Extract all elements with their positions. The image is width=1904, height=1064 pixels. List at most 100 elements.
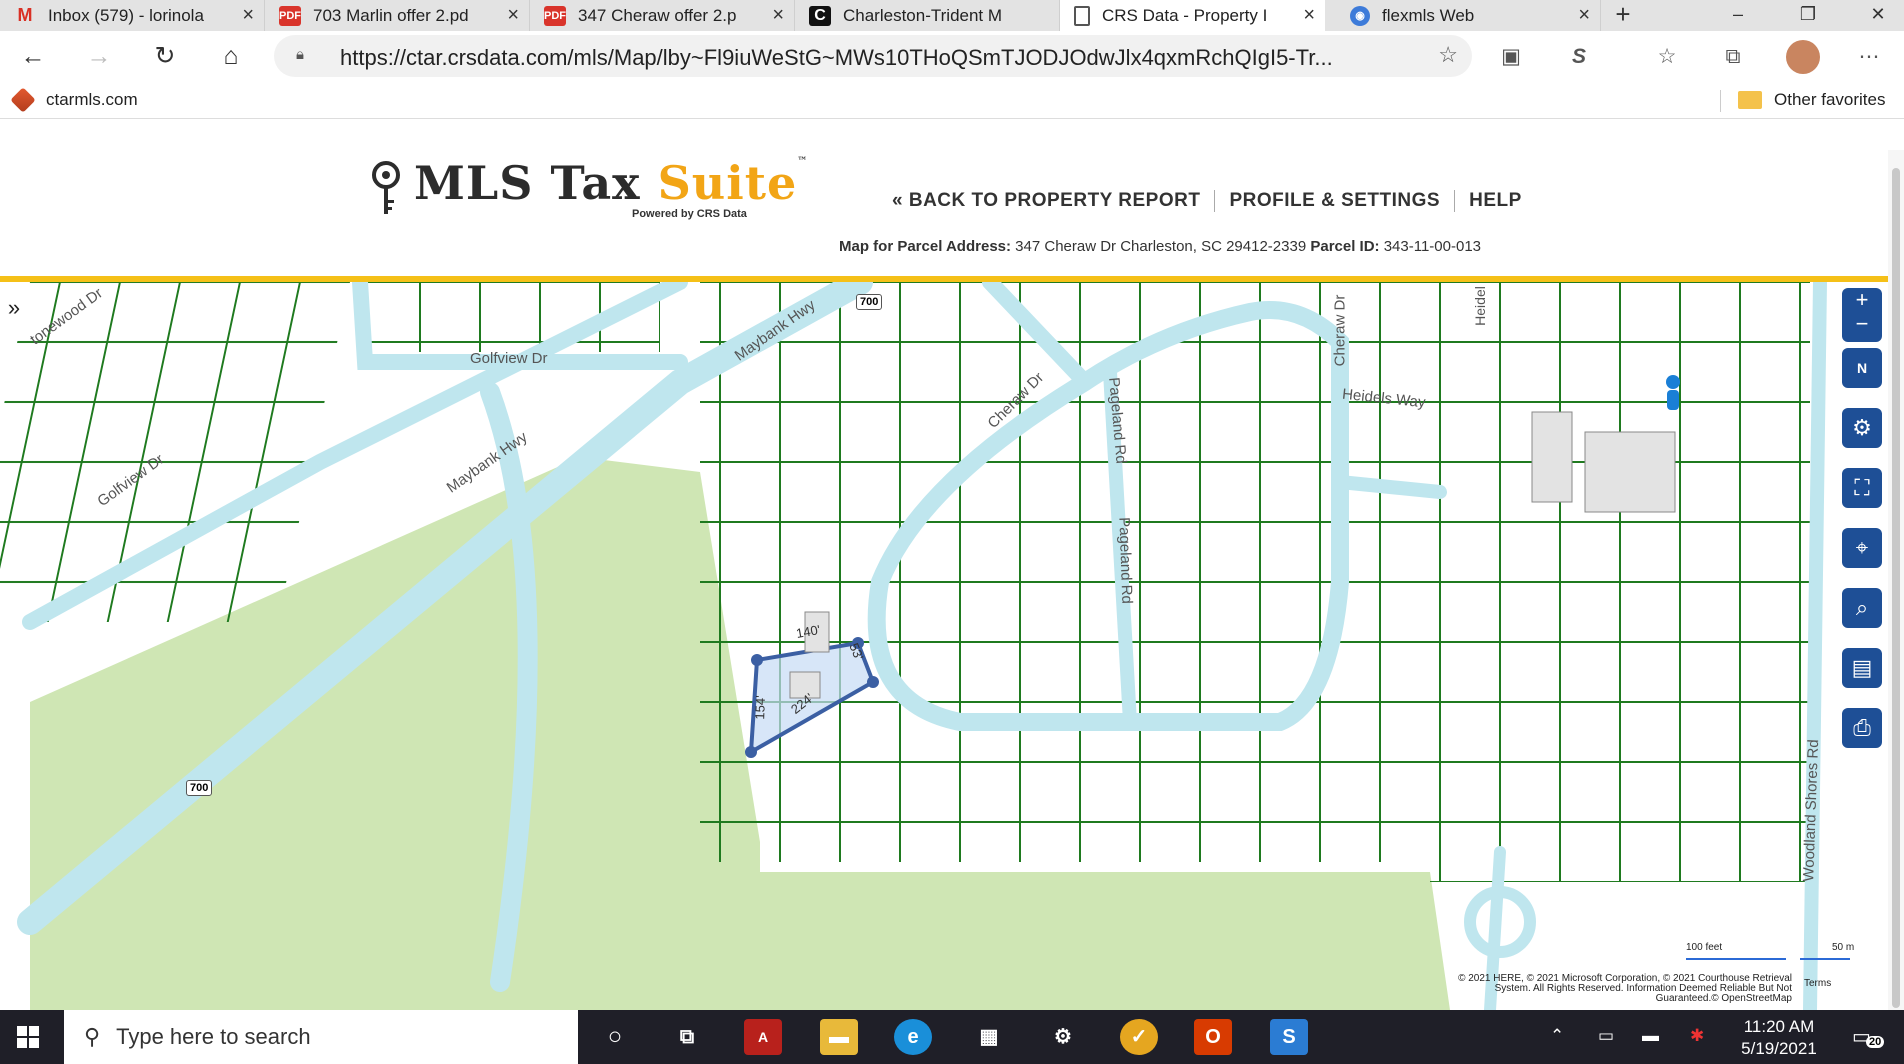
other-favorites[interactable]: Other favorites: [1738, 90, 1886, 110]
measure-ruler-icon[interactable]: ▤: [1842, 648, 1882, 688]
map-for-label: Map for Parcel Address:: [839, 238, 1011, 255]
tray-chevron-icon[interactable]: ⌃: [1550, 1026, 1564, 1046]
new-tab-button[interactable]: +: [1608, 0, 1638, 31]
select-area-icon[interactable]: ⛶: [1842, 468, 1882, 508]
collections-icon[interactable]: ⧉: [1718, 42, 1748, 72]
task-view-icon[interactable]: ⧉: [668, 1019, 706, 1055]
close-tab-icon[interactable]: ×: [1578, 4, 1590, 27]
taskbar: ⚲ Type here to search ○ ⧉ A ▬ e ▦ ⚙ ✓ O …: [0, 1010, 1904, 1064]
powered-by: Powered by CRS Data: [632, 208, 747, 220]
refresh-button[interactable]: ↻: [148, 39, 182, 73]
favorite-label: ctarmls.com: [46, 90, 138, 109]
forward-button[interactable]: →: [82, 39, 116, 73]
favorite-ctarmls[interactable]: ctarmls.com: [10, 87, 138, 113]
scale-bar: [1686, 958, 1786, 960]
edge-icon[interactable]: e: [894, 1019, 932, 1055]
page-scrollbar[interactable]: [1888, 150, 1904, 1010]
golf-course-area-east: [760, 872, 1450, 1010]
tab-pdf-marlin[interactable]: PDF 703 Marlin offer 2.pd ×: [265, 0, 530, 31]
cortana-icon[interactable]: ○: [596, 1019, 634, 1055]
zoom-out-icon[interactable]: −: [1856, 311, 1869, 336]
url-field[interactable]: 🔒︎ https://ctar.crsdata.com/mls/Map/lby~…: [274, 35, 1472, 77]
site-favicon-icon: [10, 87, 36, 113]
add-favorite-icon[interactable]: ☆: [1438, 42, 1458, 68]
clock-time: 11:20 AM: [1743, 1017, 1815, 1036]
home-button[interactable]: ⌂: [214, 39, 248, 73]
store-icon[interactable]: ▦: [970, 1019, 1008, 1055]
compass-icon[interactable]: N: [1842, 348, 1882, 388]
tab-gmail[interactable]: M Inbox (579) - lorinola ×: [0, 0, 265, 31]
windows-start-icon[interactable]: [0, 1010, 56, 1064]
battery-icon[interactable]: ▬: [1642, 1026, 1659, 1046]
close-tab-icon[interactable]: ×: [242, 4, 254, 27]
back-to-property-report-link[interactable]: « BACK TO PROPERTY REPORT: [892, 190, 1214, 212]
acrobat-icon[interactable]: A: [744, 1019, 782, 1055]
close-tab-icon[interactable]: ×: [1303, 4, 1315, 27]
s-extension-icon[interactable]: S: [1564, 42, 1594, 72]
lock-icon: 🔒︎: [296, 46, 304, 63]
tab-strip: M Inbox (579) - lorinola × PDF 703 Marli…: [0, 0, 1904, 31]
profile-avatar[interactable]: [1786, 40, 1820, 74]
address-bar-row: ← → ↻ ⌂ 🔒︎ https://ctar.crsdata.com/mls/…: [0, 31, 1904, 82]
print-icon[interactable]: ⎙: [1842, 708, 1882, 748]
clock-date: 5/19/2021: [1741, 1039, 1817, 1058]
more-menu-icon[interactable]: ⋯: [1854, 42, 1884, 72]
street-label-pageland-bottom: Pageland Rd: [1115, 516, 1136, 605]
settings-gear-icon[interactable]: ⚙: [1842, 408, 1882, 448]
logo-main-text: MLS Tax: [414, 156, 658, 210]
taskbar-search-placeholder: Type here to search: [116, 1024, 311, 1049]
mls-tax-suite-logo[interactable]: MLS Tax Suite™ Powered by CRS Data: [370, 156, 808, 226]
tab-label: Inbox (579) - lorinola: [48, 5, 204, 25]
scrollbar-thumb[interactable]: [1892, 168, 1900, 1008]
pdf-icon: PDF: [279, 5, 301, 26]
tab-label: flexmls Web: [1382, 5, 1475, 25]
tab-crs-data[interactable]: CRS Data - Property I ×: [1060, 0, 1325, 31]
street-view-person-icon[interactable]: [1666, 375, 1680, 410]
help-link[interactable]: HELP: [1454, 190, 1536, 212]
favorites-icon[interactable]: ☆: [1652, 42, 1682, 72]
settings-icon[interactable]: ⚙: [1044, 1019, 1082, 1055]
clock[interactable]: 11:20 AM 5/19/2021: [1722, 1016, 1836, 1060]
tab-charleston-trident[interactable]: C Charleston-Trident M: [795, 0, 1060, 31]
zoom-control[interactable]: + −: [1842, 288, 1882, 342]
file-explorer-icon[interactable]: ▬: [820, 1019, 858, 1055]
network-warning-icon[interactable]: ✱: [1690, 1026, 1704, 1046]
parcel-info-line: Map for Parcel Address: 347 Cheraw Dr Ch…: [839, 238, 1481, 255]
terms-link[interactable]: Terms: [1804, 978, 1831, 989]
logo-title: MLS Tax Suite™: [414, 156, 808, 210]
search-icon[interactable]: ⌕: [1842, 588, 1882, 628]
minimize-icon[interactable]: –: [1716, 0, 1760, 31]
other-favorites-label: Other favorites: [1774, 90, 1886, 109]
favorites-bar: ctarmls.com Other favorites: [0, 82, 1904, 119]
office-icon[interactable]: O: [1194, 1019, 1232, 1055]
c-icon: C: [809, 5, 831, 26]
app-icon[interactable]: S: [1270, 1019, 1308, 1055]
zoom-in-icon[interactable]: +: [1856, 287, 1869, 312]
key-pin-icon: [372, 161, 400, 214]
street-label-heidel: Heidel: [1471, 286, 1488, 326]
tab-flexmls[interactable]: ◉ flexmls Web ×: [1336, 0, 1601, 31]
taskbar-search[interactable]: ⚲ Type here to search: [64, 1010, 578, 1064]
close-tab-icon[interactable]: ×: [507, 4, 519, 27]
tab-label: 347 Cheraw offer 2.p: [578, 5, 737, 25]
parcel-dimension: 154': [752, 695, 769, 720]
locate-icon[interactable]: ⌖: [1842, 528, 1882, 568]
notifications-icon[interactable]: ▭ 20: [1852, 1024, 1885, 1050]
tab-label: Charleston-Trident M: [843, 5, 1003, 25]
back-button[interactable]: ←: [16, 39, 50, 73]
tab-pdf-cheraw[interactable]: PDF 347 Cheraw offer 2.p ×: [530, 0, 795, 31]
meet-now-icon[interactable]: ▭: [1598, 1026, 1614, 1046]
scale-meters: 50 m: [1832, 942, 1855, 953]
parcel-map[interactable]: Golfview Dr Golfview Dr Maybank Hwy Mayb…: [0, 282, 1888, 1010]
profile-settings-link[interactable]: PROFILE & SETTINGS: [1214, 190, 1454, 212]
extension-icon[interactable]: ▣: [1496, 42, 1526, 72]
close-window-icon[interactable]: ✕: [1856, 0, 1900, 31]
restore-icon[interactable]: ❐: [1786, 0, 1830, 31]
parcel-id-label: Parcel ID:: [1310, 238, 1380, 255]
search-icon: ⚲: [84, 1024, 101, 1049]
expand-sidebar-button[interactable]: »: [0, 294, 28, 324]
close-tab-icon[interactable]: ×: [772, 4, 784, 27]
route-shield: 700: [856, 294, 883, 310]
norton-icon[interactable]: ✓: [1120, 1019, 1158, 1055]
scale-bar-metric: [1800, 958, 1850, 960]
